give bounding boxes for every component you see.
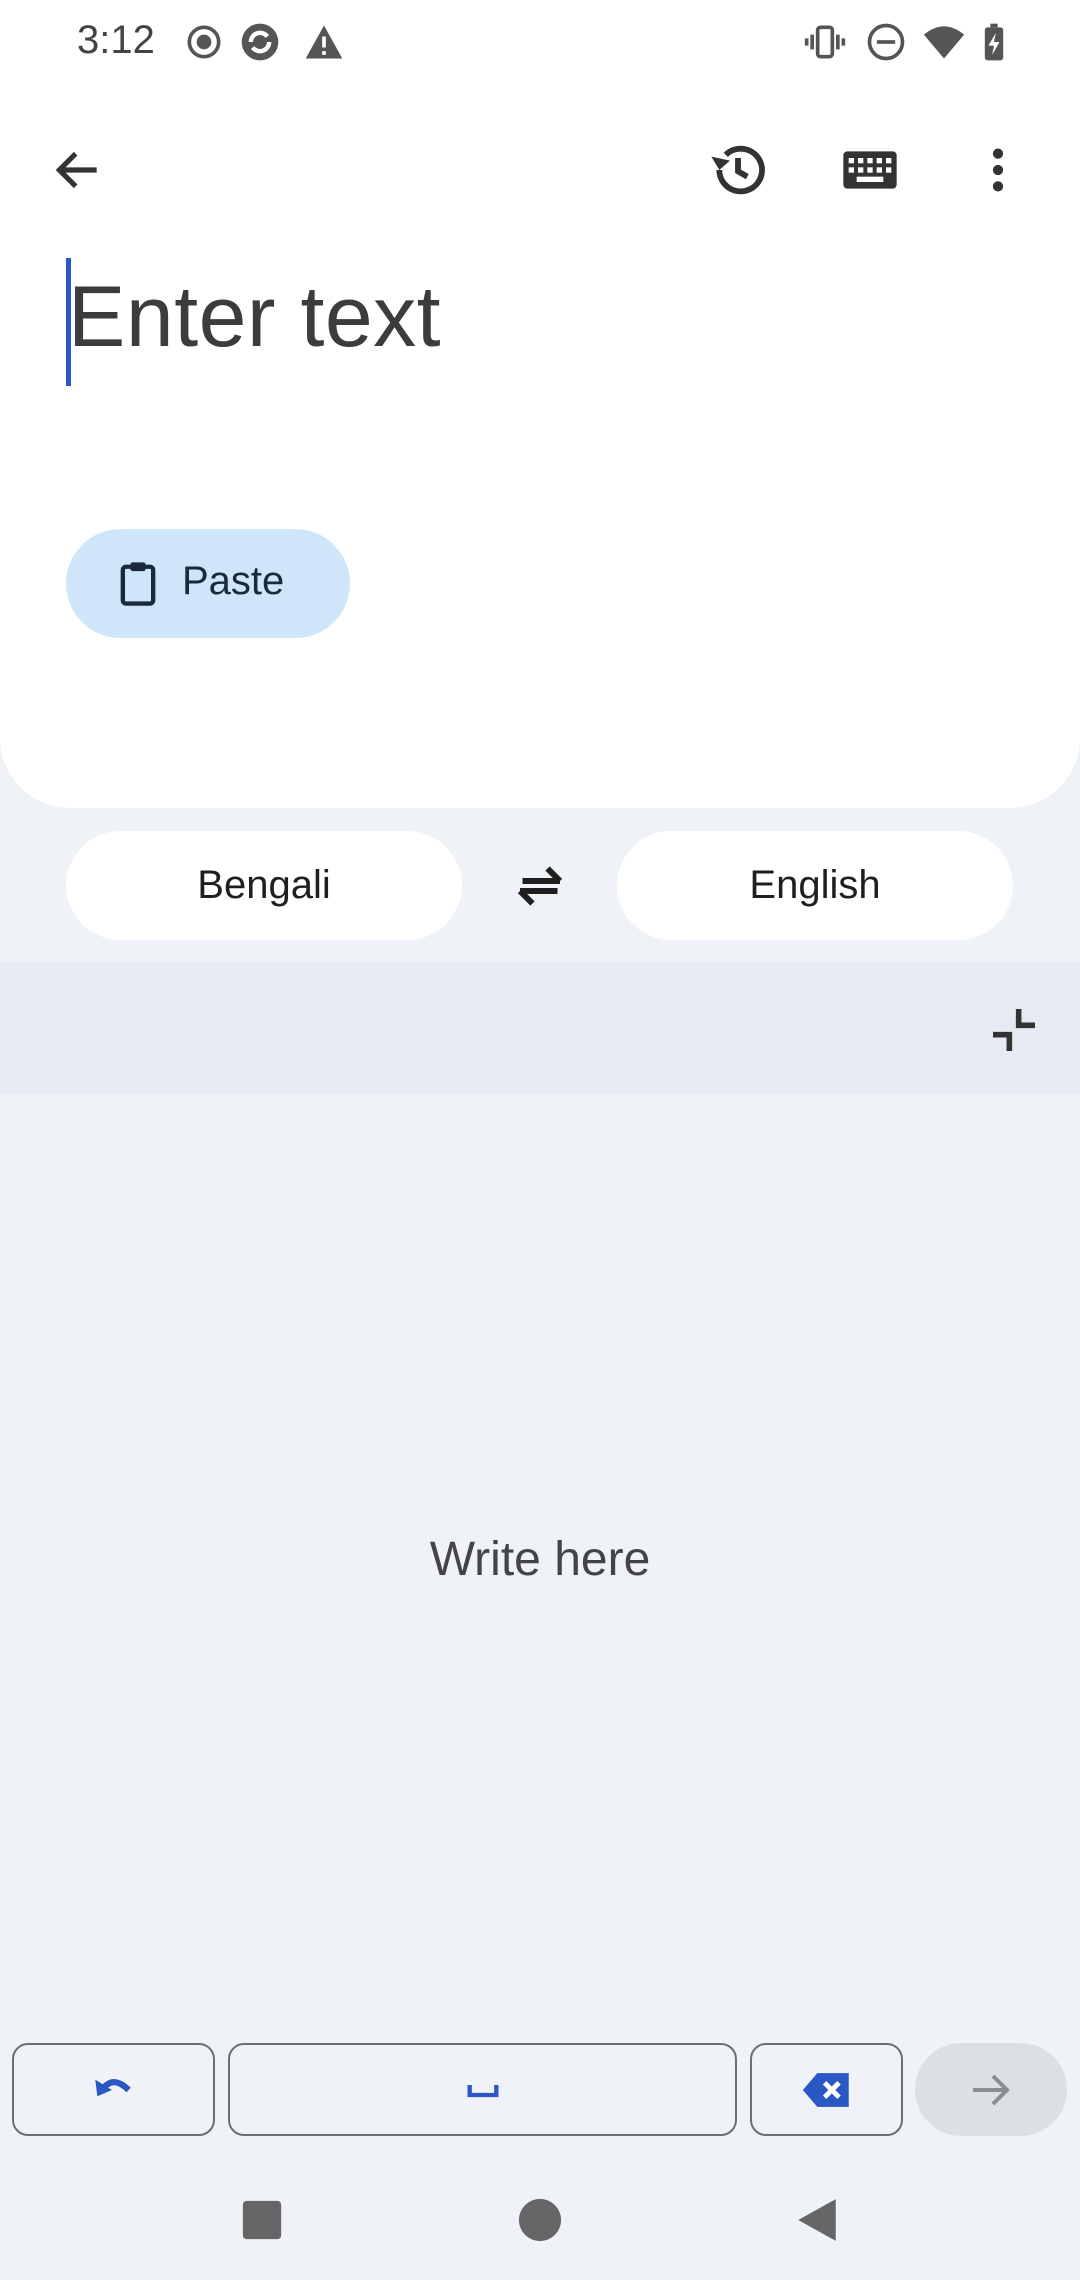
handwriting-header: [0, 962, 1080, 1094]
source-language-button[interactable]: Bengali: [66, 831, 462, 940]
more-options-button[interactable]: [950, 122, 1046, 218]
arrow-right-icon: [973, 2074, 1010, 2105]
keyboard-icon: [843, 151, 897, 189]
record-icon: [187, 25, 221, 59]
space-key[interactable]: [228, 2043, 737, 2136]
undo-key[interactable]: [12, 2043, 215, 2136]
square-icon: [242, 2200, 282, 2240]
home-button[interactable]: [500, 2180, 580, 2260]
system-back-button[interactable]: [777, 2180, 857, 2260]
write-here-hint: Write here: [429, 1533, 651, 1586]
back-button[interactable]: [30, 122, 126, 218]
backspace-key[interactable]: [750, 2043, 903, 2136]
paste-label: Paste: [182, 559, 285, 603]
swap-languages-button[interactable]: [492, 838, 588, 934]
vibrate-icon: [804, 25, 846, 59]
arrow-left-icon: [55, 151, 97, 189]
source-language-label: Bengali: [197, 863, 331, 907]
history-icon: [711, 145, 765, 195]
status-time: 3:12: [77, 18, 155, 62]
app-notification-icon: [241, 23, 279, 61]
recents-button[interactable]: [222, 2180, 302, 2260]
circle-icon: [518, 2198, 562, 2242]
input-placeholder: Enter text: [68, 269, 442, 365]
space-icon: [467, 2084, 498, 2097]
target-language-button[interactable]: English: [617, 831, 1013, 940]
history-button[interactable]: [690, 122, 786, 218]
backspace-icon: [802, 2072, 849, 2107]
paste-button[interactable]: Paste: [66, 529, 350, 638]
undo-icon: [94, 2078, 131, 2096]
battery-charging-icon: [984, 23, 1004, 61]
triangle-back-icon: [798, 2199, 836, 2241]
warning-icon: [305, 25, 343, 59]
wifi-icon: [923, 26, 965, 59]
input-card: [0, 0, 1080, 808]
swap-arrows-icon: [517, 866, 563, 906]
target-language-label: English: [749, 863, 881, 907]
collapse-icon: [993, 1009, 1035, 1051]
do-not-disturb-icon: [867, 23, 905, 61]
clipboard-icon: [120, 562, 156, 606]
keyboard-button[interactable]: [822, 122, 918, 218]
more-vert-icon: [992, 148, 1004, 192]
source-text-input[interactable]: Enter text: [66, 258, 1016, 388]
enter-key[interactable]: [915, 2043, 1067, 2136]
collapse-handwriting-button[interactable]: [966, 982, 1062, 1078]
